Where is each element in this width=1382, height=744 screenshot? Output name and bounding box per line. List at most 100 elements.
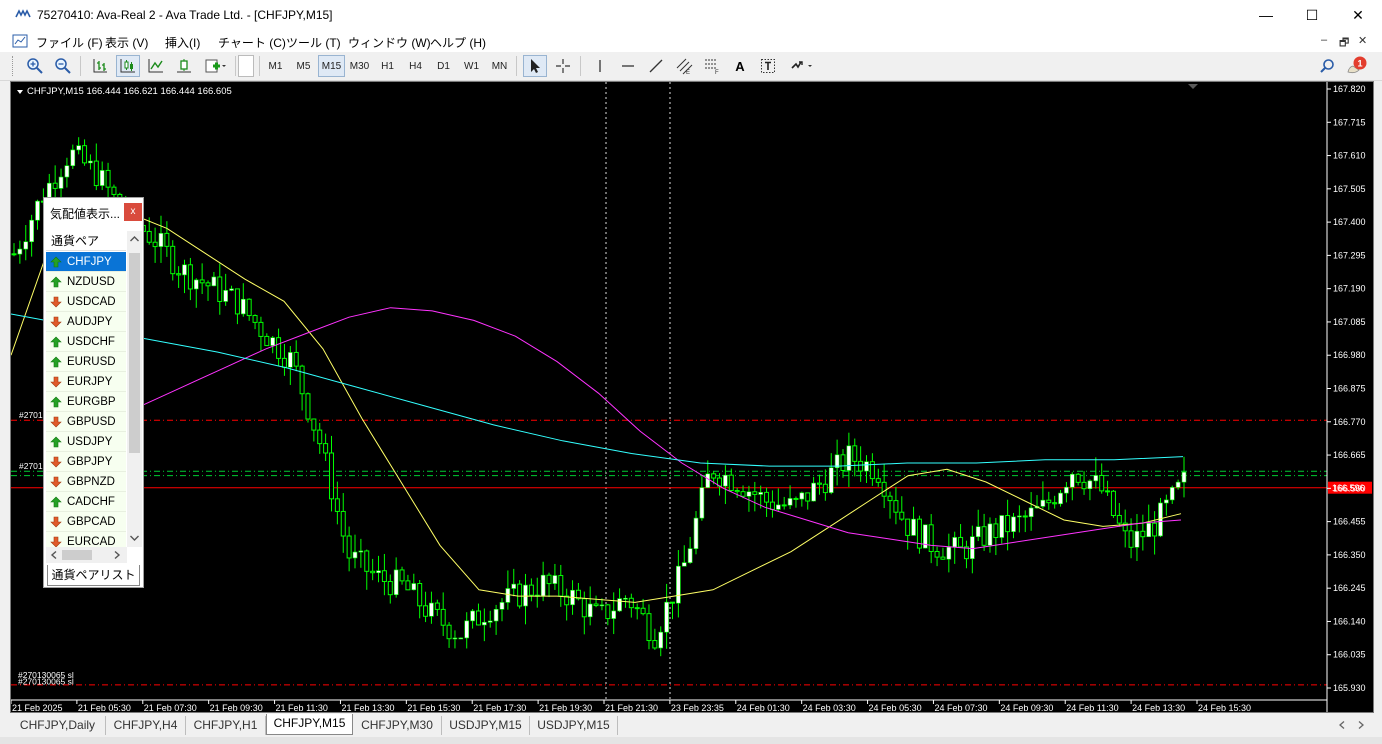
close-button[interactable]: ✕ (1335, 0, 1381, 31)
candle-body (487, 620, 493, 623)
tabs-scroll-right-icon[interactable] (1356, 720, 1366, 730)
price-down-arrow-icon (50, 516, 62, 527)
tab-usdjpy-m15-2[interactable]: USDJPY,M15 (530, 716, 618, 735)
scroll-down-icon[interactable] (129, 533, 140, 543)
trade-label: #2701 (19, 461, 43, 471)
line-chart-icon[interactable] (144, 55, 168, 77)
symbol-row-gbpcad[interactable]: GBPCAD (46, 512, 126, 532)
symbol-row-gbpnzd[interactable]: GBPNZD (46, 472, 126, 492)
menu-tools[interactable]: ツール (T) (286, 34, 341, 51)
symbol-row-usdjpy[interactable]: USDJPY (46, 432, 126, 452)
candle-body (82, 145, 88, 164)
timeframe-h1-button[interactable]: H1 (374, 55, 401, 77)
symbol-row-eurgbp[interactable]: EURGBP (46, 392, 126, 412)
price-down-arrow-icon (50, 316, 62, 327)
symbol-row-chfjpy[interactable]: CHFJPY (46, 252, 126, 272)
symbol-row-cadchf[interactable]: CADCHF (46, 492, 126, 512)
market-watch-horizontal-scrollbar[interactable] (46, 547, 127, 563)
mdi-close-button[interactable]: ✕ (1358, 34, 1367, 47)
time-tick-label: 21 Feb 05:30 (78, 703, 131, 712)
symbol-row-usdchf[interactable]: USDCHF (46, 332, 126, 352)
notifications-icon[interactable]: 1 (1344, 55, 1370, 77)
timeframe-w1-button[interactable]: W1 (458, 55, 485, 77)
candle-body (417, 583, 423, 607)
chart-header-arrow-icon[interactable] (17, 90, 23, 94)
timeframe-m30-button[interactable]: M30 (346, 55, 373, 77)
menu-view[interactable]: 表示 (V) (105, 34, 148, 51)
arrows-dropdown-icon[interactable] (786, 55, 818, 77)
text-label-icon[interactable] (756, 55, 780, 77)
candle-body (187, 264, 193, 290)
tab-chfjpy-h4[interactable]: CHFJPY,H4 (106, 716, 186, 735)
mdi-minimize-button[interactable]: – (1321, 34, 1327, 46)
toolbar-blank-box[interactable] (238, 55, 254, 77)
menu-file[interactable]: ファイル (F) (36, 34, 103, 51)
cursor-arrow-icon[interactable] (523, 55, 547, 77)
market-watch-panel[interactable]: 気配値表示... x 通貨ペア CHFJPY NZDUSD USDCAD AUDJPY… (43, 197, 144, 588)
tab-usdjpy-m15[interactable]: USDJPY,M15 (442, 716, 530, 735)
price-chart[interactable]: #2701#2701#270130065 sl#270130065 sl166.… (11, 82, 1373, 712)
candle-body (658, 631, 664, 649)
market-watch-header[interactable]: 気配値表示... x (44, 198, 143, 224)
market-watch-vertical-scrollbar[interactable] (127, 231, 142, 547)
trendline-icon[interactable] (644, 55, 668, 77)
timeframe-m5-button[interactable]: M5 (290, 55, 317, 77)
ma-slow-line (11, 313, 1184, 467)
scroll-thumb[interactable] (129, 253, 140, 453)
equidistant-channel-icon[interactable]: E (672, 55, 696, 77)
candle-body (252, 315, 258, 323)
time-tick-label: 24 Feb 05:30 (869, 703, 922, 712)
search-icon[interactable] (1315, 55, 1339, 77)
menu-help[interactable]: ヘルプ (H) (430, 34, 486, 51)
menu-insert[interactable]: 挿入(I) (165, 34, 200, 51)
timeframe-m15-button[interactable]: M15 (318, 55, 345, 77)
tab-chfjpy-m15[interactable]: CHFJPY,M15 (266, 714, 353, 735)
bar-chart-icon[interactable] (88, 55, 112, 77)
tab-chfjpy-h1[interactable]: CHFJPY,H1 (186, 716, 266, 735)
symbol-name: NZDUSD (67, 275, 115, 288)
maximize-button[interactable]: ☐ (1289, 0, 1335, 31)
symbol-row-gbpusd[interactable]: GBPUSD (46, 412, 126, 432)
chart-window-icon[interactable] (12, 33, 28, 49)
fibonacci-icon[interactable]: F (700, 55, 724, 77)
horizontal-line-icon[interactable] (616, 55, 640, 77)
symbol-row-usdcad[interactable]: USDCAD (46, 292, 126, 312)
zoom-out-icon[interactable] (51, 55, 75, 77)
templates-icon[interactable] (200, 55, 232, 77)
zoom-in-icon[interactable] (23, 55, 47, 77)
candle-body (364, 550, 370, 572)
timeframe-h4-button[interactable]: H4 (402, 55, 429, 77)
tab-chfjpy-m30[interactable]: CHFJPY,M30 (353, 716, 442, 735)
symbol-list-tab[interactable]: 通貨ペアリスト (47, 565, 140, 586)
symbol-row-audjpy[interactable]: AUDJPY (46, 312, 126, 332)
symbol-row-gbpjpy[interactable]: GBPJPY (46, 452, 126, 472)
text-tool-icon[interactable]: A (728, 55, 752, 77)
tab-chfjpy-daily[interactable]: CHFJPY,Daily (10, 716, 106, 735)
minimize-button[interactable]: — (1243, 0, 1289, 31)
crosshair-icon[interactable] (551, 55, 575, 77)
scroll-left-icon[interactable] (49, 550, 59, 560)
candlestick-chart-icon[interactable] (116, 55, 140, 77)
chart-shift-marker-icon[interactable] (1188, 84, 1198, 89)
timeframe-d1-button[interactable]: D1 (430, 55, 457, 77)
market-watch-close-button[interactable]: x (124, 203, 142, 221)
toolbar-grip[interactable] (12, 56, 15, 76)
time-tick-label: 24 Feb 03:30 (803, 703, 856, 712)
timeframe-m1-button[interactable]: M1 (262, 55, 289, 77)
symbol-column-header[interactable]: 通貨ペア (46, 231, 126, 251)
scroll-right-icon[interactable] (112, 550, 122, 560)
symbol-row-eurusd[interactable]: EURUSD (46, 352, 126, 372)
symbol-row-eurjpy[interactable]: EURJPY (46, 372, 126, 392)
chart-window[interactable]: #2701 #2701 #270130065 sl #270130065 sl 166.… (10, 81, 1374, 713)
menu-window[interactable]: ウィンドウ (W) (348, 34, 431, 51)
mdi-restore-button[interactable]: 🗗 (1339, 34, 1349, 53)
menu-chart[interactable]: チャート (C) (218, 34, 286, 51)
vertical-line-icon[interactable] (588, 55, 612, 77)
symbol-row-nzdusd[interactable]: NZDUSD (46, 272, 126, 292)
chart-shift-icon[interactable] (172, 55, 196, 77)
scroll-up-icon[interactable] (129, 234, 140, 244)
tabs-scroll-left-icon[interactable] (1337, 720, 1347, 730)
time-tick-label: 24 Feb 11:30 (1066, 703, 1118, 712)
timeframe-mn-button[interactable]: MN (486, 55, 513, 77)
hscroll-thumb[interactable] (62, 550, 92, 560)
